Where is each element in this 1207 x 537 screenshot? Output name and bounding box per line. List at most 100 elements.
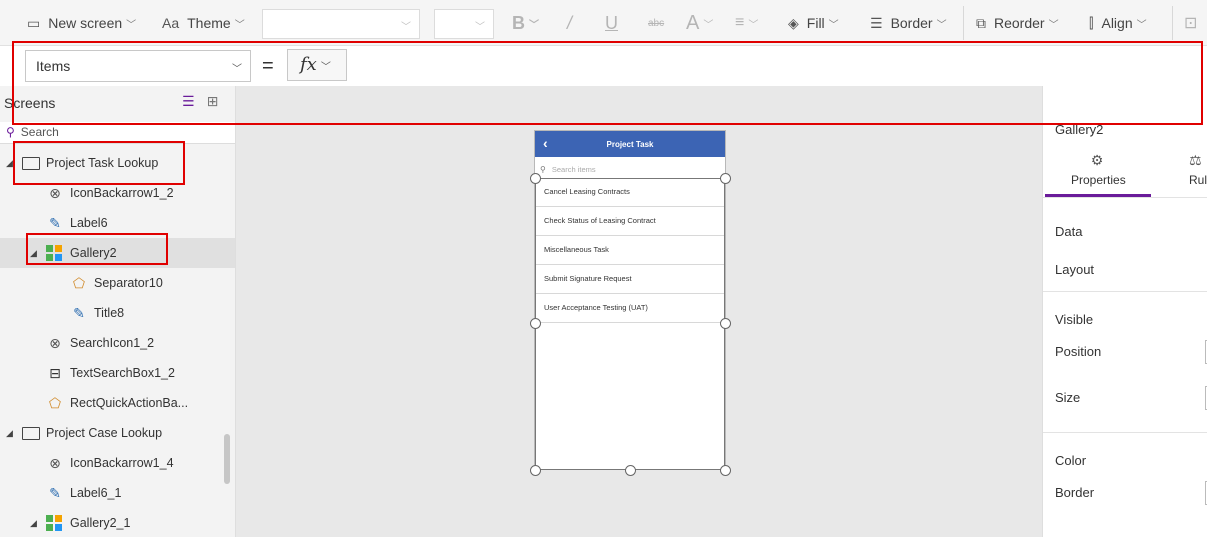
tree-node-label: Title8 [94, 306, 125, 320]
tree-node[interactable]: ◢ Project Task Lookup [0, 148, 235, 178]
tree-node[interactable]: ⬠ Separator10 [0, 268, 235, 298]
group-icon: ⊡ [1184, 15, 1198, 32]
app-preview-screen[interactable]: ‹ Project Task ⚲ Search items Cancel Leas… [534, 130, 726, 470]
property-label: Color [1055, 453, 1087, 468]
resize-handle[interactable] [625, 465, 636, 476]
align-button[interactable]: ⫿ Align ﹀ [1089, 10, 1147, 36]
properties-panel: Gallery2 ⚙ Properties ⚖ Rule Data Layout V… [1042, 86, 1207, 537]
thumbnail-view-icon[interactable]: ⊞ [207, 93, 219, 109]
tree-node[interactable]: ✎ Label6_1 [0, 478, 235, 508]
align-icon: ⫿ [1089, 14, 1094, 31]
gallery-icon [46, 515, 64, 531]
tree-node[interactable]: ⊟ TextSearchBox1_2 [0, 358, 235, 388]
tree-node[interactable]: ⊗ SearchIcon1_2 [0, 328, 235, 358]
tree-node-label: Project Task Lookup [46, 156, 159, 170]
bold-button[interactable]: B ﹀ [512, 10, 539, 36]
equals-sign: = [262, 55, 274, 77]
gallery-row[interactable]: Miscellaneous Task [535, 236, 725, 265]
gallery-row[interactable]: Cancel Leasing Contracts [535, 178, 725, 207]
sliders-icon: ⚙ [1090, 152, 1104, 168]
group-button[interactable]: ⊡ [1184, 10, 1197, 36]
gallery-row[interactable]: User Acceptance Testing (UAT) [535, 294, 725, 323]
chevron-down-icon: ﹀ [234, 19, 245, 31]
fx-button[interactable]: fx ﹀ [287, 49, 347, 81]
tree-node[interactable]: ⊗ IconBackarrow1_2 [0, 178, 235, 208]
chevron-down-icon: ﹀ [828, 19, 839, 31]
screen-icon [22, 156, 40, 170]
gallery-row-title: Miscellaneous Task [544, 245, 609, 254]
tree-node-label: Separator10 [94, 276, 163, 290]
gallery-row-title: Submit Signature Request [544, 274, 632, 283]
expand-caret-icon[interactable]: ◢ [30, 518, 37, 529]
gallery-icon [46, 245, 64, 261]
reorder-button[interactable]: ⧉ Reorder ﹀ [976, 10, 1059, 36]
property-label: Position [1055, 344, 1102, 359]
tree-scrollbar[interactable] [224, 434, 230, 484]
tree-node[interactable]: ✎ Title8 [0, 298, 235, 328]
property-label: Size [1055, 390, 1081, 405]
powerapps-studio: ▭ New screen ﹀ Aa Theme ﹀ ﹀ ﹀ B ﹀ / U abc… [0, 0, 1207, 537]
gallery-row-title: Cancel Leasing Contracts [544, 187, 630, 196]
chevron-down-icon: ﹀ [703, 19, 714, 31]
border-button[interactable]: ☰ Border ﹀ [870, 10, 947, 36]
italic-button[interactable]: / [567, 10, 572, 36]
expand-caret-icon[interactable]: ◢ [6, 158, 13, 169]
resize-handle[interactable] [720, 465, 731, 476]
section-divider [1043, 432, 1207, 433]
new-screen-button[interactable]: ▭ New screen ﹀ [27, 10, 136, 36]
chevron-down-icon: ﹀ [529, 19, 539, 31]
tree-node[interactable]: ⬠ RectQuickActionBa... [0, 388, 235, 418]
expand-caret-icon[interactable]: ◢ [6, 428, 13, 439]
list-view-icon[interactable]: ☰ [182, 93, 195, 109]
app-search-box[interactable]: ⚲ Search items [535, 159, 725, 179]
theme-icon: Aa [162, 15, 180, 31]
gallery-row-title: User Acceptance Testing (UAT) [544, 303, 648, 312]
icon-control-icon: ⊗ [49, 335, 61, 351]
resize-handle[interactable] [530, 465, 541, 476]
expand-caret-icon[interactable]: ◢ [30, 248, 37, 259]
theme-button[interactable]: Aa Theme ﹀ [162, 10, 245, 36]
tree-node[interactable]: ◢ Gallery2_1 [0, 508, 235, 537]
tree-title: Screens [4, 95, 56, 111]
reorder-icon: ⧉ [976, 14, 986, 31]
font-color-button[interactable]: A ﹀ [686, 10, 713, 36]
tree-node[interactable]: ◢ Project Case Lookup [0, 418, 235, 448]
icon-control-icon: ⊗ [49, 455, 61, 471]
label-icon: ✎ [73, 305, 85, 321]
tree-node[interactable]: ✎ Label6 [0, 208, 235, 238]
label-icon: ✎ [49, 215, 61, 231]
resize-handle[interactable] [530, 173, 541, 184]
font-size-select[interactable]: ﹀ [434, 9, 494, 39]
paint-bucket-icon: ◈ [788, 14, 799, 31]
screen-icon [22, 426, 40, 440]
rules-icon: ⚖ [1189, 152, 1202, 168]
text-align-button[interactable]: ≡ ﹀ [735, 10, 758, 36]
gallery-row-title: Check Status of Leasing Contract [544, 216, 656, 225]
label-icon: ✎ [49, 485, 61, 501]
resize-handle[interactable] [530, 318, 541, 329]
icon-control-icon: ⊗ [49, 185, 61, 201]
resize-handle[interactable] [720, 318, 731, 329]
property-label: Visible [1055, 312, 1094, 327]
font-family-select[interactable]: ﹀ [262, 9, 420, 39]
strikethrough-button[interactable]: abc [648, 10, 664, 36]
tree-node-label: Label6_1 [70, 486, 122, 500]
selected-control-name: Gallery2 [1055, 122, 1104, 137]
new-screen-icon: ▭ [27, 14, 41, 31]
gallery-row[interactable]: Check Status of Leasing Contract [535, 207, 725, 236]
tab-properties[interactable]: ⚙ Properties [1071, 152, 1126, 187]
tab-rules[interactable]: ⚖ Rule [1189, 152, 1207, 187]
tree-node[interactable]: ⊗ IconBackarrow1_4 [0, 448, 235, 478]
gallery-row[interactable]: Submit Signature Request [535, 265, 725, 294]
tree-node[interactable]: ◢ Gallery2 [0, 238, 235, 268]
search-icon: ⚲ [540, 165, 546, 174]
fill-button[interactable]: ◈ Fill ﹀ [788, 10, 839, 36]
search-icon: ⚲ [6, 125, 15, 139]
chevron-down-icon: ﹀ [475, 22, 485, 33]
underline-button[interactable]: U [605, 10, 618, 36]
tree-search-input[interactable]: ⚲ Search [0, 122, 235, 144]
property-dropdown[interactable]: Items ﹀ [25, 50, 251, 82]
resize-handle[interactable] [720, 173, 731, 184]
chevron-down-icon: ﹀ [1136, 19, 1147, 31]
underline-icon: U [605, 12, 618, 33]
